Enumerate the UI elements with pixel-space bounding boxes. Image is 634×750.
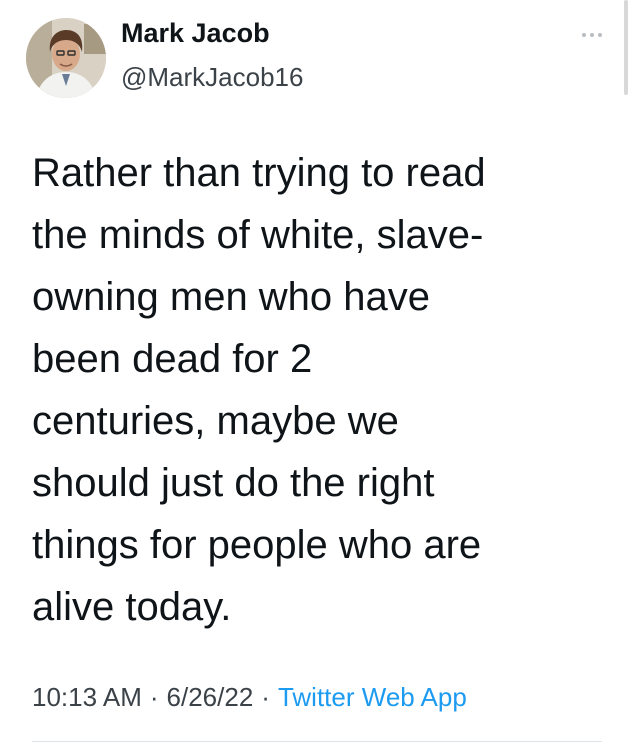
author-handle[interactable]: @MarkJacob16	[121, 60, 303, 94]
tweet-text-line: the minds of white, slave-	[32, 213, 484, 257]
tweet-source-link[interactable]: Twitter Web App	[278, 682, 467, 712]
tweet-text-line: owning men who have	[32, 275, 431, 319]
more-horizontal-icon[interactable]	[580, 30, 604, 40]
author-name[interactable]: Mark Jacob	[121, 16, 270, 50]
tweet-text: Rather than trying to read the minds of w…	[32, 142, 612, 638]
divider	[32, 741, 602, 742]
scrollbar[interactable]	[624, 0, 628, 95]
tweet-card: Mark Jacob @MarkJacob16 Rather than tryi…	[0, 0, 634, 750]
tweet-time[interactable]: 10:13 AM	[32, 682, 142, 712]
tweet-date[interactable]: 6/26/22	[167, 682, 254, 712]
tweet-meta: 10:13 AM · 6/26/22 · Twitter Web App	[32, 680, 467, 714]
avatar[interactable]	[26, 18, 106, 98]
meta-separator: ·	[261, 682, 270, 712]
tweet-text-line: centuries, maybe we	[32, 399, 399, 443]
tweet-text-line: things for people who are	[32, 523, 482, 567]
tweet-text-line: Rather than trying to read	[32, 151, 486, 195]
tweet-text-line: been dead for 2	[32, 337, 313, 381]
meta-separator: ·	[149, 682, 159, 712]
tweet-text-line: alive today.	[32, 585, 232, 629]
profile-photo-icon	[26, 18, 106, 98]
tweet-text-line: should just do the right	[32, 461, 435, 505]
